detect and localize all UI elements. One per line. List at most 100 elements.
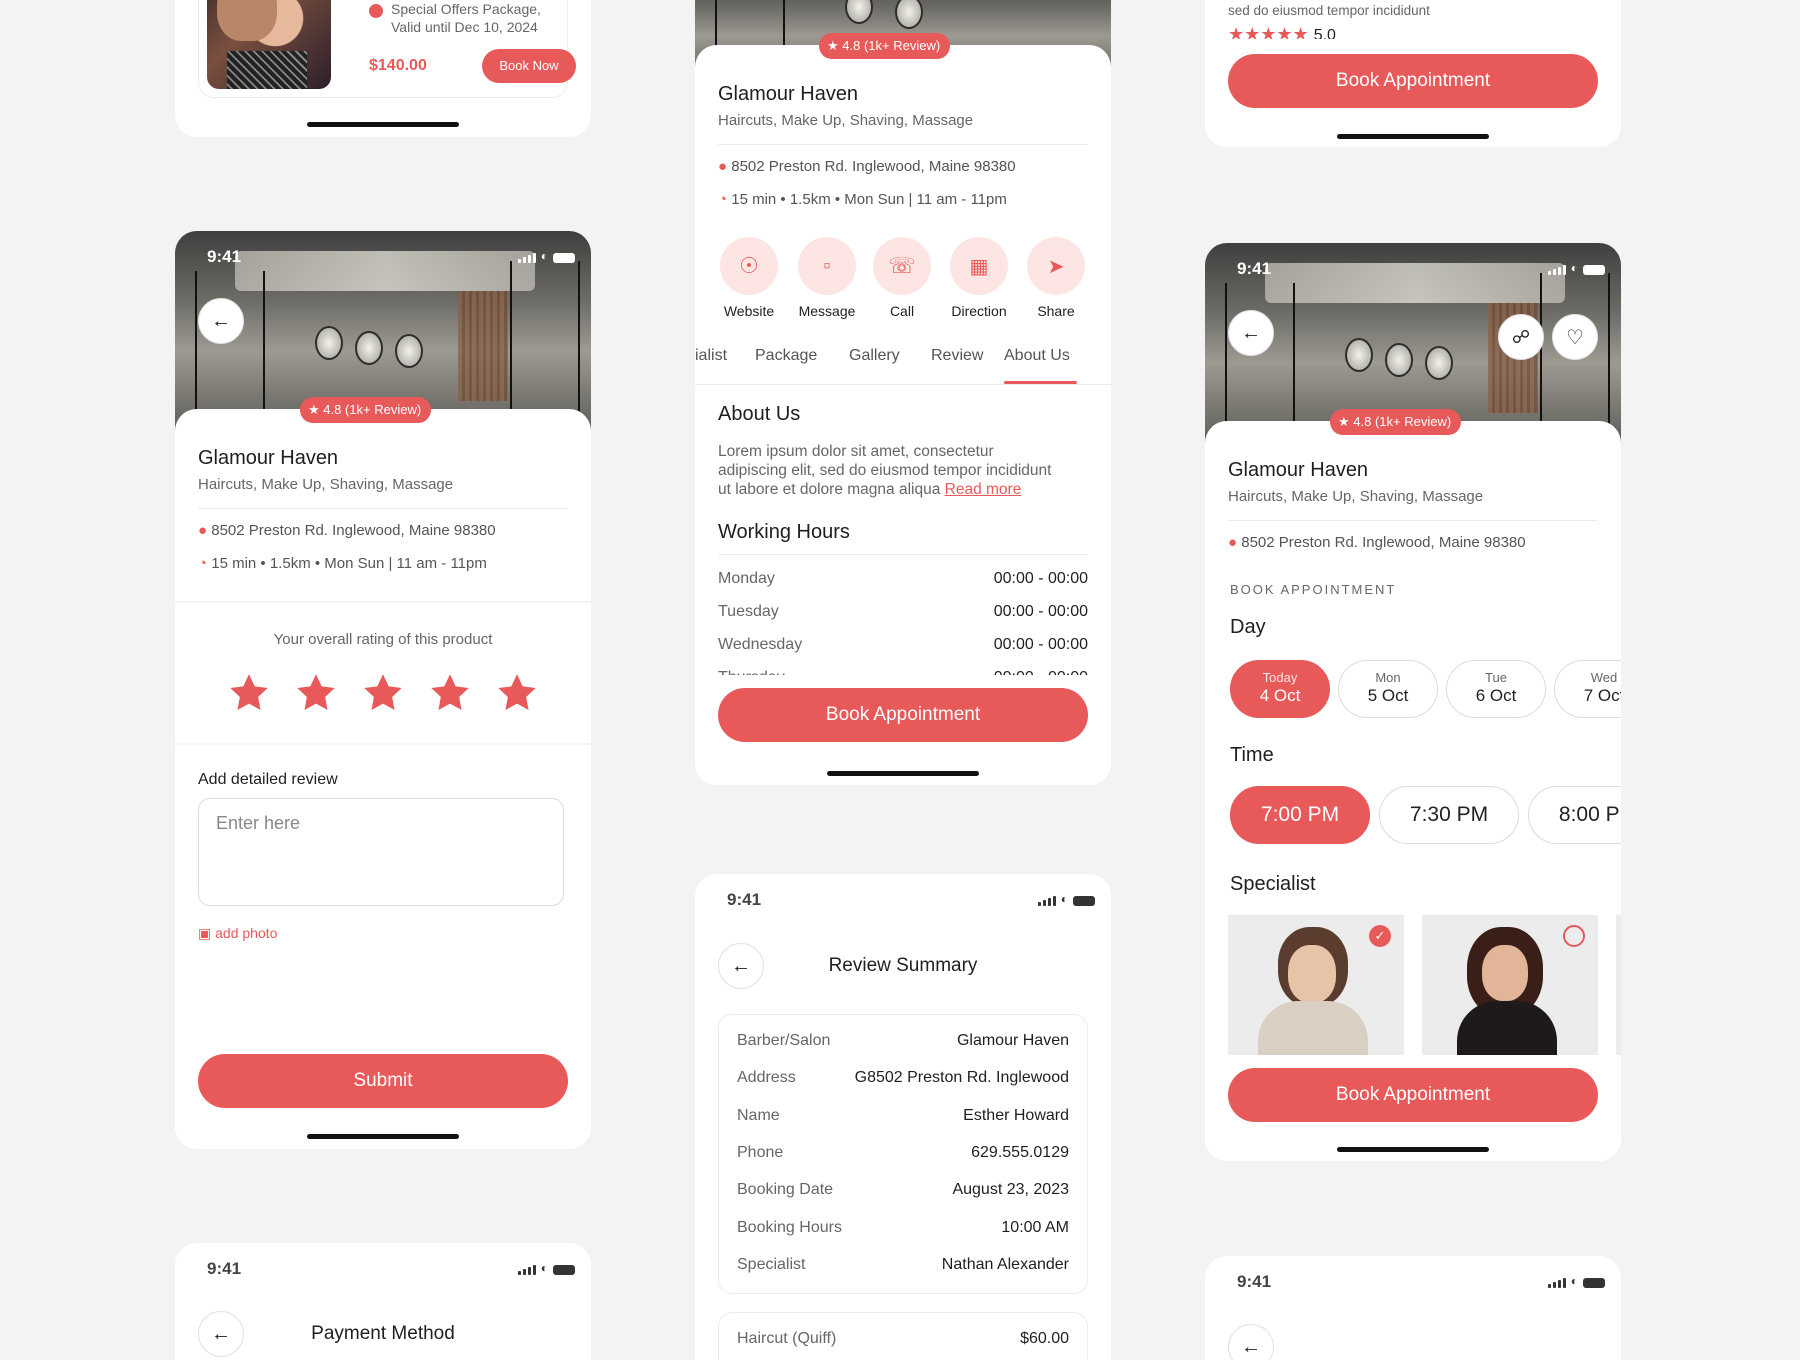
book-appointment-button[interactable]: Book Appointment — [1228, 54, 1598, 108]
detail-review-label: Add detailed review — [198, 771, 338, 788]
location-pin-icon: ● — [718, 158, 728, 175]
price-row: Haircut (Quiff) $60.00 — [737, 1330, 1069, 1347]
day-option-wed[interactable]: Wed 7 Oct — [1554, 660, 1621, 718]
review-summary-screen: 9:41 ◐ ← Review Summary Barber/Salon Glam… — [695, 874, 1111, 1360]
offer-text-1: Special Offers Package, — [391, 1, 541, 17]
day-option-today[interactable]: Today 4 Oct — [1230, 660, 1330, 718]
specialist-card[interactable] — [1422, 915, 1598, 1055]
page-title: Review Summary — [828, 955, 978, 976]
salon-detail-screen: ★ 4.8 (1k+ Review) Glamour Haven Haircut… — [695, 0, 1111, 785]
offer-screen: Special Offers Package, Valid until Dec … — [175, 0, 591, 137]
about-title: About Us — [718, 403, 801, 425]
home-indicator — [1337, 134, 1489, 139]
action-call[interactable]: ☏ Call — [867, 237, 937, 319]
summary-row: Specialist Nathan Alexander — [737, 1256, 1069, 1273]
signal-icon — [1037, 896, 1056, 906]
tab-package[interactable]: Package — [755, 347, 817, 365]
star-3-icon[interactable] — [361, 671, 405, 715]
read-more-link[interactable]: Read more — [945, 481, 1022, 498]
action-share[interactable]: ➤ Share — [1021, 237, 1091, 319]
review-snippet: sed do eiusmod tempor incididunt — [1228, 3, 1430, 18]
status-time: 9:41 — [1237, 1272, 1272, 1291]
about-text: Lorem ipsum dolor sit amet, consectetur … — [718, 443, 1052, 498]
summary-row: Phone 629.555.0129 — [737, 1144, 1069, 1161]
day-label: Day — [1230, 616, 1266, 638]
summary-row: Name Esther Howard — [737, 1107, 1069, 1124]
back-button[interactable]: ← — [1228, 310, 1274, 356]
salon-address: ● 8502 Preston Rd. Inglewood, Maine 9838… — [718, 158, 1016, 175]
add-photo-link[interactable]: ▣ add photo — [198, 925, 277, 942]
rating-badge: ★ 4.8 (1k+ Review) — [819, 33, 951, 59]
offer-text-2: Valid until Dec 10, 2024 — [391, 19, 538, 35]
status-bar: 9:41 ◐ — [175, 231, 591, 279]
salon-services: Haircuts, Make Up, Shaving, Massage — [1228, 488, 1484, 505]
working-hours-row: Tuesday 00:00 - 00:00 — [718, 603, 1088, 620]
specialist-label: Specialist — [1230, 873, 1316, 895]
summary-row: Booking Date August 23, 2023 — [737, 1181, 1069, 1198]
tab-specialist[interactable]: ialist — [695, 347, 727, 365]
back-button[interactable]: ← — [1228, 1324, 1274, 1360]
offer-badge-icon — [369, 4, 383, 18]
book-appointment-button[interactable]: Book Appointment — [718, 688, 1088, 742]
section-label: BOOK APPOINTMENT — [1230, 582, 1397, 597]
action-website[interactable]: ☉ Website — [714, 237, 784, 319]
share-button[interactable]: ☍ — [1498, 314, 1544, 360]
review-textarea[interactable]: Enter here — [198, 798, 564, 906]
arrow-left-icon: ← — [1241, 1335, 1261, 1358]
time-option[interactable]: 7:00 PM — [1230, 786, 1370, 844]
top-right-screen: sed do eiusmod tempor incididunt ★★★★★ 5… — [1205, 0, 1621, 147]
review-screen: 9:41 ◐ ← ★ 4.8 (1k+ Review) Glamour Have… — [175, 231, 591, 1149]
time-option[interactable]: 7:30 PM — [1379, 786, 1519, 844]
star-icon: ★ — [827, 38, 839, 53]
home-indicator — [827, 771, 979, 776]
wifi-icon: ◐ — [540, 1261, 548, 1275]
time-option[interactable]: 8:00 PM — [1528, 786, 1621, 844]
tab-review[interactable]: Review — [931, 347, 983, 365]
battery-icon — [553, 253, 575, 263]
signal-icon — [517, 1265, 536, 1275]
action-message[interactable]: ▫ Message — [792, 237, 862, 319]
rating-stars: ★★★★★ 5.0 — [1228, 25, 1336, 39]
day-option-mon[interactable]: Mon 5 Oct — [1338, 660, 1438, 718]
working-hours-row: Monday 00:00 - 00:00 — [718, 570, 1088, 587]
rating-text: 4.8 (1k+ Review) — [842, 38, 941, 53]
star-4-icon[interactable] — [428, 671, 472, 715]
salon-services: Haircuts, Make Up, Shaving, Massage — [718, 112, 974, 129]
book-now-button[interactable]: Book Now — [482, 49, 576, 83]
book-appointment-button[interactable]: Book Appointment — [1228, 1068, 1598, 1122]
location-pin-icon: ● — [1228, 534, 1238, 551]
clock-icon: ◔ — [718, 191, 728, 208]
salon-name: Glamour Haven — [1228, 459, 1369, 481]
status-bar: 9:41 ◐ — [695, 874, 1111, 922]
tab-gallery[interactable]: Gallery — [849, 347, 900, 365]
working-hours-row: Wednesday 00:00 - 00:00 — [718, 636, 1088, 653]
tab-about-us[interactable]: About Us — [1004, 347, 1070, 365]
home-indicator — [307, 1134, 459, 1139]
map-icon: ▦ — [969, 255, 989, 278]
specialist-card[interactable] — [1616, 915, 1621, 1055]
radio-unselected-icon — [1563, 925, 1585, 947]
clock-icon: ◔ — [198, 555, 208, 572]
star-1-icon[interactable] — [227, 671, 271, 715]
battery-icon — [1073, 896, 1095, 906]
submit-button[interactable]: Submit — [198, 1054, 568, 1108]
summary-row: Barber/Salon Glamour Haven — [737, 1032, 1069, 1049]
action-direction[interactable]: ▦ Direction — [944, 237, 1014, 319]
offer-card[interactable]: Special Offers Package, Valid until Dec … — [198, 0, 576, 98]
offer-image — [207, 0, 331, 89]
offer-price: $140.00 — [369, 57, 427, 74]
star-2-icon[interactable] — [294, 671, 338, 715]
star-icon: ★★★★★ — [1228, 25, 1309, 39]
salon-name: Glamour Haven — [718, 83, 859, 105]
wifi-icon: ◐ — [1570, 1274, 1578, 1288]
favorite-button[interactable]: ♡ — [1552, 314, 1598, 360]
star-5-icon[interactable] — [495, 671, 539, 715]
day-option-tue[interactable]: Tue 6 Oct — [1446, 660, 1546, 718]
specialist-card[interactable]: ✓ — [1228, 915, 1404, 1055]
globe-icon: ☉ — [739, 253, 759, 278]
salon-address: ● 8502 Preston Rd. Inglewood, Maine 9838… — [198, 522, 496, 539]
back-button[interactable]: ← — [198, 298, 244, 344]
arrow-left-icon: ← — [211, 309, 231, 332]
battery-icon — [553, 1265, 575, 1275]
star-rating[interactable] — [227, 671, 539, 715]
